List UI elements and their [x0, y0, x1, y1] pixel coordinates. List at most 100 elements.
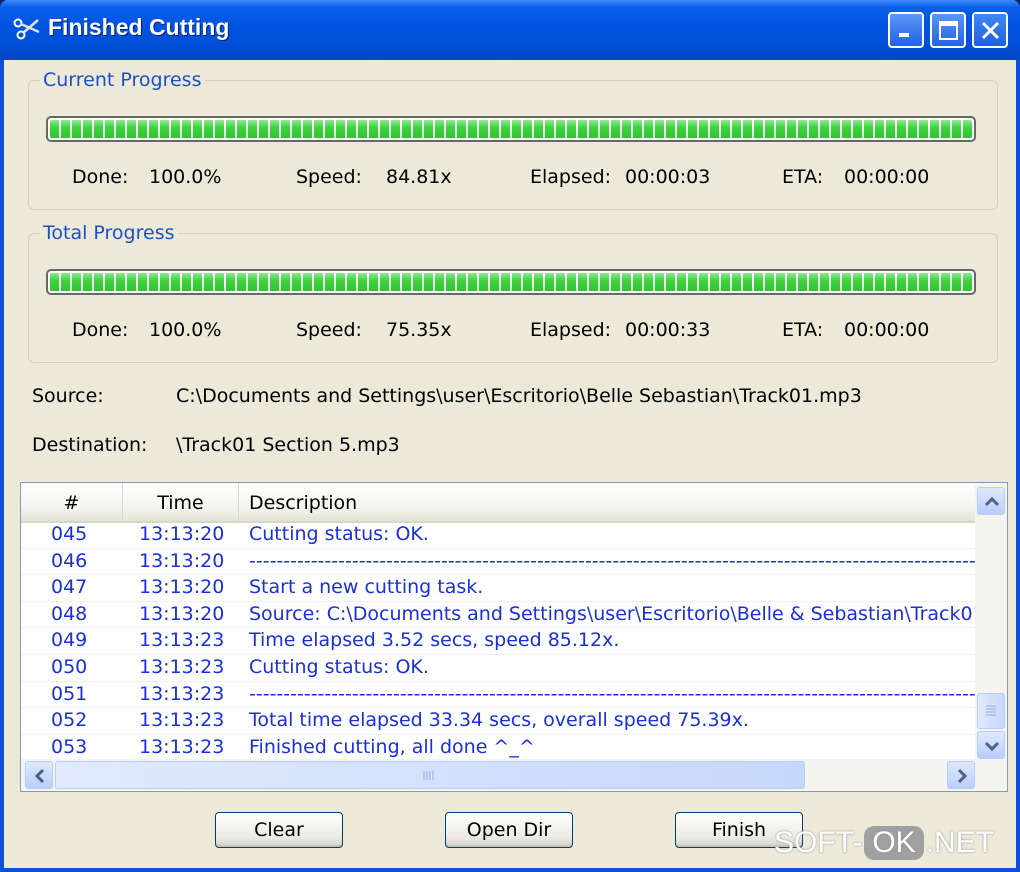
total-progress-legend: Total Progress	[40, 222, 178, 244]
log-row[interactable]: 047 13:13:20 Start a new cutting task.	[21, 575, 977, 602]
log-header: # Time Description	[21, 483, 977, 523]
total-elapsed-value: 00:00:33	[625, 319, 711, 341]
chevron-right-icon	[957, 768, 968, 784]
log-row-time: 13:13:23	[139, 655, 225, 678]
log-row-number: 048	[51, 602, 88, 625]
close-icon	[981, 21, 1000, 40]
minimize-icon	[899, 33, 909, 37]
open-dir-button[interactable]: Open Dir	[445, 812, 573, 848]
log-row-description: ----------------------------------------…	[249, 682, 1008, 705]
log-row-time: 13:13:20	[139, 549, 225, 572]
current-eta-value: 00:00:00	[844, 166, 930, 188]
horizontal-scroll-thumb[interactable]	[55, 761, 805, 789]
log-row-number: 047	[51, 576, 88, 599]
current-progress-bar	[46, 116, 976, 142]
log-row[interactable]: 052 13:13:23 Total time elapsed 33.34 secs…	[21, 708, 977, 735]
chevron-left-icon	[34, 768, 45, 784]
title-bar[interactable]: Finished Cutting	[0, 0, 1020, 60]
total-speed-label: Speed:	[296, 319, 362, 341]
log-row-time: 13:13:20	[139, 576, 225, 599]
chevron-up-icon	[984, 496, 1000, 507]
total-eta-value: 00:00:00	[844, 319, 930, 341]
current-progress-group	[28, 80, 998, 210]
current-elapsed-label: Elapsed:	[530, 166, 612, 188]
vertical-scrollbar[interactable]	[975, 483, 1007, 759]
current-done-label: Done:	[72, 166, 129, 188]
log-row-time: 13:13:23	[139, 735, 225, 758]
log-row-number: 049	[51, 629, 88, 652]
current-eta-label: ETA:	[782, 166, 824, 188]
log-row-description: Time elapsed 3.52 secs, speed 85.12x.	[249, 629, 620, 652]
vertical-scroll-thumb[interactable]	[977, 693, 1005, 729]
log-row-time: 13:13:20	[139, 523, 225, 545]
log-row-description: Cutting status: OK.	[249, 655, 429, 678]
current-progress-legend: Current Progress	[40, 69, 205, 91]
log-row-description: Finished cutting, all done ^_^	[249, 735, 535, 758]
scroll-up-button[interactable]	[977, 487, 1005, 515]
total-speed-value: 75.35x	[386, 319, 452, 341]
log-row-number: 050	[51, 655, 88, 678]
log-row-description: Source: C:\Documents and Settings\user\E…	[249, 602, 1008, 625]
watermark-left: SOFT-	[774, 826, 863, 859]
watermark: SOFT- OK .NET	[774, 826, 994, 868]
column-header-description[interactable]: Description	[239, 483, 977, 521]
log-row[interactable]: 048 13:13:20 Source: C:\Documents and Sett…	[21, 602, 1007, 629]
current-progress-fill	[50, 120, 972, 138]
total-done-value: 100.0%	[149, 319, 222, 341]
log-row-number: 053	[51, 735, 88, 758]
column-header-number[interactable]: #	[21, 483, 123, 521]
destination-path: \Track01 Section 5.mp3	[176, 434, 400, 456]
log-row-number: 046	[51, 549, 88, 572]
log-row-time: 13:13:23	[139, 709, 225, 732]
current-speed-label: Speed:	[296, 166, 362, 188]
scroll-left-button[interactable]	[25, 761, 53, 789]
log-row-description: Start a new cutting task.	[249, 576, 484, 599]
finished-cutting-window: Finished Cutting Current Progress Done: …	[0, 0, 1020, 872]
scroll-right-button[interactable]	[947, 761, 975, 789]
total-progress-bar	[46, 269, 976, 295]
log-list[interactable]: # Time Description 045 13:13:20 Cutting st…	[20, 482, 1008, 792]
log-row-time: 13:13:20	[139, 602, 225, 625]
scissors-icon	[12, 14, 42, 44]
log-row-description: ----------------------------------------…	[249, 549, 1008, 572]
log-row[interactable]: 049 13:13:23 Time elapsed 3.52 secs, speed…	[21, 628, 977, 655]
current-elapsed-value: 00:00:03	[625, 166, 711, 188]
source-path: C:\Documents and Settings\user\Escritori…	[176, 385, 862, 407]
chevron-down-icon	[984, 741, 1000, 752]
horizontal-scrollbar[interactable]	[21, 759, 1007, 791]
window-title: Finished Cutting	[48, 14, 230, 40]
log-row[interactable]: 053 13:13:23 Finished cutting, all done ^_…	[21, 735, 977, 762]
log-row[interactable]: 050 13:13:23 Cutting status: OK.	[21, 655, 977, 682]
log-row-number: 052	[51, 709, 88, 732]
log-rows: 045 13:13:20 Cutting status: OK. 046 13:13:2…	[21, 522, 1007, 762]
current-done-value: 100.0%	[149, 166, 222, 188]
log-row[interactable]: 045 13:13:20 Cutting status: OK.	[21, 522, 977, 549]
log-row-number: 045	[51, 523, 88, 545]
log-row-number: 051	[51, 682, 88, 705]
source-label: Source:	[32, 385, 104, 407]
watermark-right: .NET	[925, 826, 995, 859]
log-row-description: Cutting status: OK.	[249, 523, 429, 545]
minimize-button[interactable]	[888, 12, 924, 48]
maximize-button[interactable]	[930, 12, 966, 48]
maximize-icon	[939, 21, 958, 40]
current-speed-value: 84.81x	[386, 166, 452, 188]
total-done-label: Done:	[72, 319, 129, 341]
scroll-down-button[interactable]	[977, 731, 1005, 759]
clear-button[interactable]: Clear	[215, 812, 343, 848]
log-row-description: Total time elapsed 33.34 secs, overall s…	[249, 709, 749, 732]
total-progress-group	[28, 233, 998, 363]
column-header-time[interactable]: Time	[123, 483, 239, 521]
log-row-time: 13:13:23	[139, 629, 225, 652]
log-row-time: 13:13:23	[139, 682, 225, 705]
total-elapsed-label: Elapsed:	[530, 319, 612, 341]
grip-icon	[423, 771, 434, 780]
destination-label: Destination:	[32, 434, 148, 456]
total-progress-fill	[50, 273, 972, 291]
watermark-middle: OK	[864, 826, 924, 860]
total-eta-label: ETA:	[782, 319, 824, 341]
close-button[interactable]	[972, 12, 1008, 48]
log-row[interactable]: 046 13:13:20 -----------------------------…	[21, 549, 1007, 576]
grip-icon	[986, 705, 996, 716]
log-row[interactable]: 051 13:13:23 -----------------------------…	[21, 682, 1007, 709]
